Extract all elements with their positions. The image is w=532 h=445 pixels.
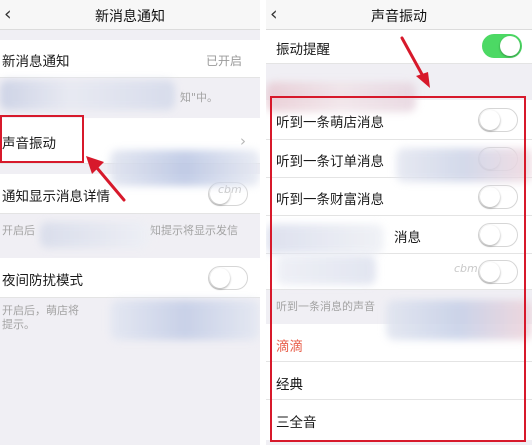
night-hint-line2: 提示。 [2,318,35,331]
vibrate-label: 振动提醒 [276,42,330,58]
night-mode-switch[interactable] [208,266,248,290]
night-mode-label: 夜间防扰模式 [2,273,83,289]
show-detail-hint-right: 知提示将显示发信 [150,224,238,237]
arrow-annotation [400,36,430,88]
blurred-overlay [0,80,175,110]
new-message-row[interactable]: 新消息通知 已开启 [0,40,260,78]
arrow-annotation [86,156,126,202]
highlight-box [0,115,84,163]
new-message-hint: 知"中。 [180,91,219,104]
page-title: 新消息通知 [95,9,165,25]
new-message-status: 已开启 [205,54,242,68]
blurred-overlay [40,222,150,248]
right-screen: ‹ 声音振动 振动提醒 听到一条萌店消息 听到一条订单消息 听到一条财富消息 消… [266,0,532,445]
show-detail-hint-left: 开启后 [2,224,35,237]
left-screen: ‹ 新消息通知 新消息通知 已开启 知"中。 声音振动 › 通知显示消息详情 c… [0,0,260,445]
highlight-box [270,96,526,442]
switch-knob [500,36,520,56]
nav-bar: ‹ 声音振动 [266,0,532,30]
night-mode-row[interactable]: 夜间防扰模式 [0,258,260,298]
blurred-overlay [110,300,260,340]
nav-bar: ‹ 新消息通知 [0,0,260,30]
page-title: 声音振动 [371,9,427,25]
chevron-right-icon: › [240,132,246,150]
vibrate-switch[interactable] [482,34,522,58]
switch-knob [210,268,230,288]
new-message-label: 新消息通知 [2,54,70,70]
